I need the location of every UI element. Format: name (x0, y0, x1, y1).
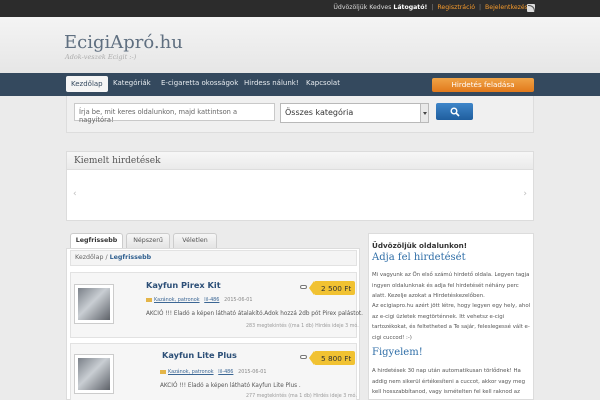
ad-meta: Kazánok, patronok lil-486 2015-06-01 (160, 369, 267, 375)
tab-random[interactable]: Véletlen (173, 233, 217, 248)
nav-advertise[interactable]: Hirdess nálunk! (244, 79, 299, 87)
featured-ads-panel: Kiemelt hirdetések ‹ › (66, 151, 534, 221)
ad-description: AKCIÓ !!! Eladó a képen látható Kayfun L… (160, 383, 301, 389)
ad-user-link[interactable]: lil-486 (218, 369, 233, 375)
ad-date: 2015-06-01 (238, 369, 267, 375)
featured-prev-arrow[interactable]: ‹ (73, 189, 77, 199)
sidebar-intro-text: Mi vagyunk az Ön első számú hirdető olda… (372, 272, 530, 299)
featured-title: Kiemelt hirdetések (67, 152, 533, 170)
ad-date: 2015-06-01 (224, 297, 253, 303)
ad-category-link[interactable]: Kazánok, patronok (154, 297, 200, 303)
nav-contact[interactable]: Kapcsolat (306, 79, 340, 87)
chevron-down-icon[interactable] (420, 104, 428, 122)
top-bar: Üdvözöljük Kedves Látogató! | Regisztrác… (0, 0, 600, 17)
post-ad-button[interactable]: Hirdetés feladása (432, 78, 534, 92)
welcome-text: Üdvözöljük Kedves (333, 4, 392, 11)
featured-next-arrow[interactable]: › (523, 189, 527, 199)
ad-stats: 283 megtekintés ((ma 1 db) Hirdés ideje … (246, 324, 359, 329)
sidebar-heading-post: Adja fel hirdetését (372, 252, 466, 263)
ad-stats: 277 megtekintés (ma 1 db) Hirdés ideje 3… (246, 394, 357, 399)
tab-popular[interactable]: Népszerű (126, 233, 170, 248)
nav-ecig-tips[interactable]: E-cigaretta okosságok (161, 79, 238, 87)
ad-thumbnail[interactable] (74, 284, 114, 324)
search-icon (450, 107, 460, 117)
register-link[interactable]: Regisztráció (437, 4, 475, 11)
ad-meta: Kazánok, patronok lil-486 2015-06-01 (146, 297, 253, 303)
sidebar-about-text: Az ecigiapro.hu azért jött létre, hogy l… (372, 303, 531, 341)
ad-price: 2 500 Ft (308, 281, 356, 295)
price-tag-icon (300, 355, 307, 359)
rss-icon[interactable] (527, 4, 535, 12)
sidebar-welcome: Üdvözöljük oldalunkon! (372, 241, 468, 250)
sidebar-attention-text: A hirdetések 30 nap után automatikusan t… (372, 368, 526, 400)
ad-thumbnail[interactable] (74, 354, 114, 394)
price-tag-icon (300, 285, 307, 289)
site-tagline: Adok-veszek Ecigit :-) (65, 53, 137, 61)
ad-title[interactable]: Kayfun Lite Plus (162, 350, 237, 360)
breadcrumb-home[interactable]: Kezdőlap (75, 254, 103, 261)
user-name: Látogató! (393, 4, 428, 11)
nav-categories[interactable]: Kategóriák (113, 79, 151, 87)
ad-user-link[interactable]: lil-486 (204, 297, 219, 303)
folder-icon (160, 370, 166, 374)
breadcrumb-current: Legfrissebb (109, 254, 152, 261)
ad-price: 5 800 Ft (308, 351, 356, 365)
sidebar-heading-attention: Figyelem! (372, 347, 423, 358)
tab-latest[interactable]: Legfrissebb (70, 233, 123, 249)
folder-icon (146, 298, 152, 302)
ad-category-link[interactable]: Kazánok, patronok (168, 369, 214, 375)
user-links: Üdvözöljük Kedves Látogató! | Regisztrác… (333, 4, 534, 11)
site-header: EcigiApró.hu Adok-veszek Ecigit :-) (0, 17, 600, 73)
nav-home[interactable]: Kezdőlap (66, 76, 108, 92)
breadcrumb: Kezdőlap / Legfrissebb (70, 250, 357, 266)
ad-title[interactable]: Kayfun Pirex Kit (146, 280, 221, 290)
ad-description: AKCIÓ !!! Eladó a képen látható átalakít… (146, 311, 363, 317)
search-button[interactable] (436, 103, 473, 120)
site-logo[interactable]: EcigiApró.hu (64, 32, 183, 53)
login-link[interactable]: Bejelentkezés (485, 4, 528, 11)
search-input[interactable]: Írja be, mit keres oldalunkon, majd katt… (74, 103, 275, 124)
category-select[interactable]: Összes kategória (280, 103, 429, 123)
